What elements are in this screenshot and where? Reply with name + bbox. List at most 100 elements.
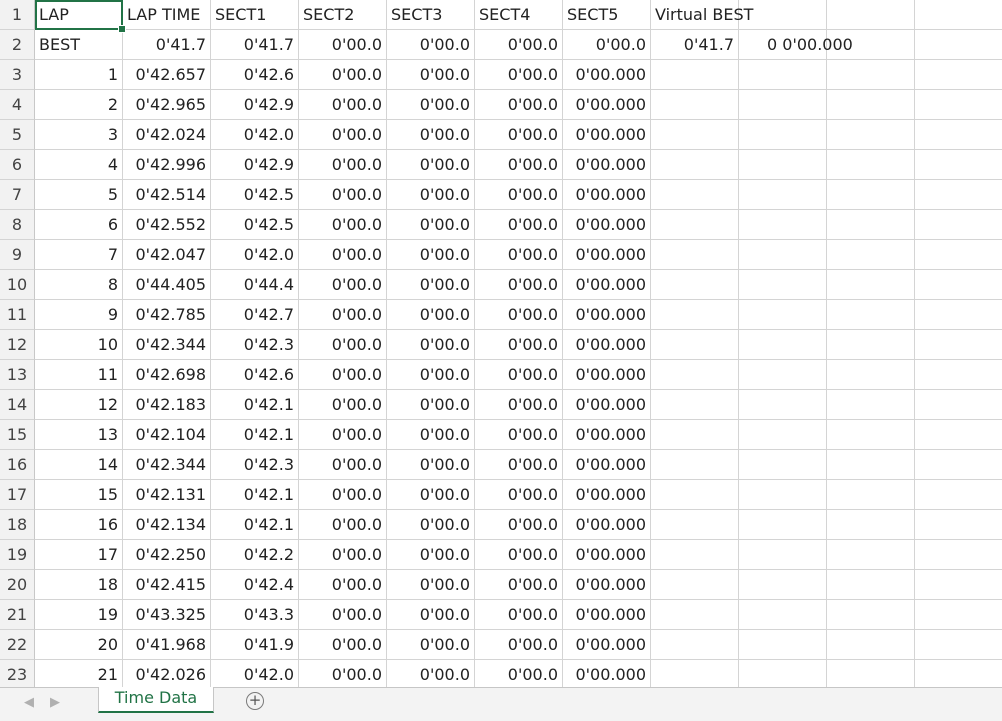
cell[interactable]: 0'00.0 <box>299 420 387 450</box>
cell[interactable]: 0'00.0 <box>387 540 475 570</box>
cell[interactable]: 0'00.0 <box>475 570 563 600</box>
row-header[interactable]: 2 <box>0 30 35 60</box>
cell[interactable]: 16 <box>35 510 123 540</box>
cell[interactable]: 7 <box>35 240 123 270</box>
cell[interactable]: 0'42.3 <box>211 330 299 360</box>
cell[interactable]: 0'00.0 <box>387 300 475 330</box>
cell[interactable]: 0'42.2 <box>211 540 299 570</box>
cell[interactable] <box>915 630 1002 660</box>
cell[interactable] <box>651 240 739 270</box>
cell[interactable]: 1 <box>35 60 123 90</box>
cell[interactable]: 3 <box>35 120 123 150</box>
cell[interactable]: 0'00.0 <box>387 180 475 210</box>
cell[interactable] <box>651 180 739 210</box>
cell[interactable] <box>739 510 827 540</box>
cell[interactable]: 0'00.000 <box>563 210 651 240</box>
cell[interactable]: 0'00.0 <box>387 600 475 630</box>
cell[interactable] <box>915 120 1002 150</box>
cell[interactable]: 0'00.000 <box>563 660 651 687</box>
cell[interactable]: 0'00.0 <box>299 570 387 600</box>
cell[interactable] <box>739 60 827 90</box>
cell[interactable]: 0'00.0 <box>387 30 475 60</box>
cell[interactable]: 0'00.0 <box>299 360 387 390</box>
cell[interactable]: 0'00.0 <box>299 510 387 540</box>
cell[interactable]: 0'42.344 <box>123 330 211 360</box>
cell[interactable]: SECT3 <box>387 0 475 30</box>
cell[interactable]: 0'42.1 <box>211 420 299 450</box>
cell[interactable]: 0'00.000 <box>563 600 651 630</box>
cell[interactable]: LAP <box>35 0 123 30</box>
cell[interactable]: 0'00.0 <box>475 660 563 687</box>
cell[interactable]: 0'42.996 <box>123 150 211 180</box>
cell[interactable]: 0'00.0 <box>299 630 387 660</box>
cell[interactable]: 0'00.0 <box>475 420 563 450</box>
cell[interactable] <box>915 210 1002 240</box>
cell[interactable] <box>827 510 915 540</box>
cell[interactable]: 0'42.785 <box>123 300 211 330</box>
cell[interactable]: 19 <box>35 600 123 630</box>
cell[interactable]: 0 0'00.000 <box>739 30 853 60</box>
cell[interactable]: 0'00.0 <box>387 420 475 450</box>
cell[interactable]: 0'00.0 <box>475 450 563 480</box>
row-header[interactable]: 3 <box>0 60 35 90</box>
cell[interactable]: 0'42.1 <box>211 480 299 510</box>
cell[interactable]: 0'42.514 <box>123 180 211 210</box>
cell[interactable] <box>915 330 1002 360</box>
cell[interactable]: 0'00.0 <box>387 90 475 120</box>
cell[interactable] <box>651 660 739 687</box>
cell[interactable]: 0'00.0 <box>475 390 563 420</box>
cell[interactable]: 0'42.134 <box>123 510 211 540</box>
cell[interactable]: 0'00.0 <box>387 660 475 687</box>
cell[interactable]: 0'00.0 <box>475 600 563 630</box>
row-header[interactable]: 12 <box>0 330 35 360</box>
cell[interactable]: 0'00.0 <box>299 450 387 480</box>
cell[interactable]: 0'00.0 <box>387 330 475 360</box>
cell[interactable]: 0'42.4 <box>211 570 299 600</box>
cell[interactable] <box>915 390 1002 420</box>
cell[interactable]: 0'41.968 <box>123 630 211 660</box>
cell[interactable] <box>651 90 739 120</box>
cell[interactable]: 0'00.000 <box>563 570 651 600</box>
cell[interactable] <box>651 450 739 480</box>
cell[interactable]: 0'00.0 <box>387 570 475 600</box>
cell[interactable]: 0'00.0 <box>563 30 651 60</box>
cell[interactable]: 0'00.0 <box>387 630 475 660</box>
row-header[interactable]: 1 <box>0 0 35 30</box>
cell[interactable]: 0'42.026 <box>123 660 211 687</box>
cell[interactable]: 0'00.0 <box>299 60 387 90</box>
cell[interactable]: 0'00.000 <box>563 180 651 210</box>
cell[interactable]: 0'00.000 <box>563 330 651 360</box>
cell[interactable]: 0'42.5 <box>211 210 299 240</box>
cell[interactable]: 0'00.0 <box>299 300 387 330</box>
cell[interactable]: 0'00.000 <box>563 360 651 390</box>
cell[interactable] <box>827 180 915 210</box>
cell[interactable]: 2 <box>35 90 123 120</box>
next-sheet-icon[interactable]: ▶ <box>50 695 60 710</box>
cell[interactable] <box>739 570 827 600</box>
cell[interactable]: 0'42.1 <box>211 510 299 540</box>
cell[interactable] <box>915 0 1002 30</box>
cell[interactable]: SECT5 <box>563 0 651 30</box>
cell[interactable]: 0'00.0 <box>387 510 475 540</box>
cell[interactable]: 12 <box>35 390 123 420</box>
cell[interactable]: 0'00.0 <box>475 60 563 90</box>
cell[interactable] <box>739 630 827 660</box>
cell[interactable]: 0'00.0 <box>475 90 563 120</box>
cell[interactable] <box>915 600 1002 630</box>
add-sheet-button[interactable]: + <box>246 692 264 710</box>
row-header[interactable]: 7 <box>0 180 35 210</box>
cell[interactable] <box>651 510 739 540</box>
cell[interactable] <box>827 660 915 687</box>
cell[interactable]: 0'00.0 <box>299 90 387 120</box>
cell[interactable]: 0'00.0 <box>299 240 387 270</box>
cell[interactable]: 0'41.7 <box>211 30 299 60</box>
cell[interactable]: SECT4 <box>475 0 563 30</box>
cell[interactable]: 0'41.9 <box>211 630 299 660</box>
cell[interactable] <box>739 210 827 240</box>
cell[interactable] <box>827 600 915 630</box>
cell[interactable] <box>739 450 827 480</box>
cell[interactable]: 0'00.000 <box>563 540 651 570</box>
cell[interactable] <box>915 180 1002 210</box>
cell[interactable]: 0'00.000 <box>563 510 651 540</box>
cell[interactable]: 0'00.0 <box>475 630 563 660</box>
